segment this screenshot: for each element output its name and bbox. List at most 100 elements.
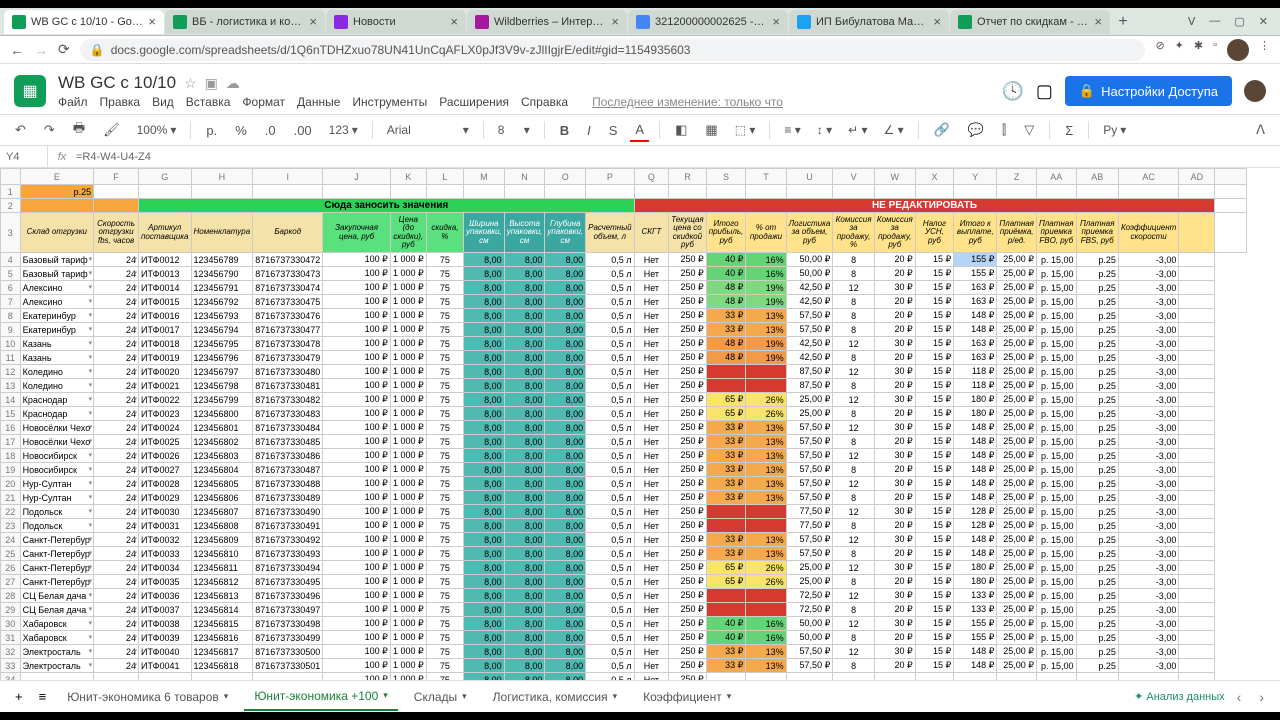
halign-select[interactable]: ≡ ▾ xyxy=(780,121,804,139)
cell[interactable]: -3,00 xyxy=(1118,547,1178,561)
cell[interactable]: СЦ Белая дача xyxy=(20,603,94,617)
cell[interactable]: р. 15,00 xyxy=(1036,645,1076,659)
format-select[interactable]: 123▾ xyxy=(325,121,362,139)
cell[interactable] xyxy=(746,519,786,533)
cell[interactable]: 100 ₽ xyxy=(323,393,391,407)
cell[interactable]: 42,50 ₽ xyxy=(786,337,833,351)
profile-avatar[interactable] xyxy=(1227,39,1249,61)
cell[interactable]: 24 xyxy=(94,645,139,659)
cell[interactable]: р.25 xyxy=(1076,435,1118,449)
cell[interactable]: 15 ₽ xyxy=(915,631,953,645)
cell[interactable]: 8,00 xyxy=(464,463,505,477)
cell[interactable]: 25,00 ₽ xyxy=(997,645,1037,659)
cell[interactable]: р.25 xyxy=(1076,631,1118,645)
cell[interactable]: 148 ₽ xyxy=(954,491,997,505)
cell[interactable]: Нет xyxy=(634,421,669,435)
cell[interactable]: р. 15,00 xyxy=(1036,407,1076,421)
cell[interactable]: 250 ₽ xyxy=(669,253,706,267)
cell[interactable]: 75 xyxy=(426,645,463,659)
cell[interactable]: 8,00 xyxy=(545,393,586,407)
cell[interactable]: 20 ₽ xyxy=(874,407,915,421)
row-header[interactable]: 12 xyxy=(1,365,21,379)
cell[interactable]: скидка, % xyxy=(426,213,463,253)
meet-icon[interactable]: ▢ xyxy=(1036,81,1053,102)
cell[interactable]: Новосибирск xyxy=(20,449,94,463)
cell[interactable]: 12 xyxy=(833,589,875,603)
cell[interactable]: 30 ₽ xyxy=(874,533,915,547)
cell[interactable]: 50,00 ₽ xyxy=(786,617,833,631)
cell[interactable]: 16% xyxy=(746,253,786,267)
cell[interactable]: 20 ₽ xyxy=(874,463,915,477)
cell[interactable]: 30 ₽ xyxy=(874,393,915,407)
cell[interactable]: 25,00 ₽ xyxy=(997,365,1037,379)
cell[interactable]: 250 ₽ xyxy=(669,449,706,463)
cell[interactable]: 24 xyxy=(94,267,139,281)
cell[interactable]: 148 ₽ xyxy=(954,533,997,547)
cell[interactable]: 8,00 xyxy=(545,547,586,561)
col-header[interactable]: M xyxy=(464,169,505,185)
cell[interactable]: 8716737330496 xyxy=(253,589,323,603)
cell[interactable]: 25,00 ₽ xyxy=(997,351,1037,365)
cell[interactable]: 1 000 ₽ xyxy=(390,393,426,407)
cell[interactable]: р. 15,00 xyxy=(1036,575,1076,589)
cell[interactable]: Закупочная цена, руб xyxy=(323,213,391,253)
cell[interactable]: 123456810 xyxy=(191,547,253,561)
cell[interactable]: -3,00 xyxy=(1118,323,1178,337)
cell[interactable]: 8716737330474 xyxy=(253,281,323,295)
formula-input[interactable]: =R4-W4-U4-Z4 xyxy=(76,151,151,163)
cell[interactable]: 25,00 ₽ xyxy=(997,407,1037,421)
cell[interactable] xyxy=(706,505,746,519)
cell[interactable]: 8,00 xyxy=(504,505,545,519)
cell[interactable]: р.25 xyxy=(1076,659,1118,673)
cell[interactable]: Нет xyxy=(634,589,669,603)
percent-button[interactable]: % xyxy=(230,120,252,141)
cell[interactable]: 8,00 xyxy=(504,351,545,365)
cell[interactable]: 12 xyxy=(833,505,875,519)
cell[interactable]: 25,00 ₽ xyxy=(997,519,1037,533)
cell[interactable]: 0,5 л xyxy=(586,323,634,337)
cell[interactable]: 8,00 xyxy=(504,617,545,631)
cell[interactable]: 155 ₽ xyxy=(954,617,997,631)
cell[interactable]: -3,00 xyxy=(1118,449,1178,463)
cell[interactable]: 123456809 xyxy=(191,533,253,547)
cell[interactable]: 8,00 xyxy=(464,533,505,547)
cell[interactable]: ИТФ0035 xyxy=(138,575,191,589)
cell[interactable]: 87,50 ₽ xyxy=(786,379,833,393)
close-icon[interactable]: × xyxy=(933,14,941,29)
cell[interactable]: 25,00 ₽ xyxy=(997,547,1037,561)
cell[interactable]: 20 ₽ xyxy=(874,659,915,673)
cell[interactable]: 25,00 ₽ xyxy=(997,323,1037,337)
cell[interactable]: 1 000 ₽ xyxy=(390,337,426,351)
cell[interactable]: 75 xyxy=(426,337,463,351)
cell[interactable]: 15 ₽ xyxy=(915,589,953,603)
cell[interactable]: 8716737330493 xyxy=(253,547,323,561)
cell[interactable]: 123456805 xyxy=(191,477,253,491)
cell[interactable]: 42,50 ₽ xyxy=(786,295,833,309)
comment-icon[interactable]: 💬 xyxy=(963,119,989,141)
analyze-button[interactable]: ✦ Анализ данных xyxy=(1134,690,1225,703)
cell[interactable]: 24 xyxy=(94,253,139,267)
cell[interactable]: -3,00 xyxy=(1118,603,1178,617)
cell[interactable]: Нет xyxy=(634,645,669,659)
cell[interactable]: ИТФ0013 xyxy=(138,267,191,281)
cell[interactable]: 25,00 ₽ xyxy=(997,267,1037,281)
cell[interactable]: 123456801 xyxy=(191,421,253,435)
cell[interactable]: 8,00 xyxy=(545,505,586,519)
cell[interactable]: 24 xyxy=(94,309,139,323)
row-header[interactable]: 21 xyxy=(1,491,21,505)
cell[interactable]: Новосибирск xyxy=(20,463,94,477)
cell[interactable]: Санкт-Петербур xyxy=(20,547,94,561)
row-header[interactable]: 30 xyxy=(1,617,21,631)
cell[interactable]: 65 ₽ xyxy=(706,561,746,575)
cell[interactable]: р. 15,00 xyxy=(1036,309,1076,323)
cell[interactable]: 123456796 xyxy=(191,351,253,365)
cell[interactable]: 8,00 xyxy=(545,337,586,351)
cell[interactable]: Подольск xyxy=(20,505,94,519)
cell[interactable]: 8,00 xyxy=(504,449,545,463)
cell[interactable]: 1 000 ₽ xyxy=(390,631,426,645)
cell[interactable]: 0,5 л xyxy=(586,309,634,323)
cell[interactable]: 155 ₽ xyxy=(954,267,997,281)
cell[interactable]: 24 xyxy=(94,337,139,351)
cell[interactable]: 33 ₽ xyxy=(706,309,746,323)
cell[interactable]: 8,00 xyxy=(545,617,586,631)
